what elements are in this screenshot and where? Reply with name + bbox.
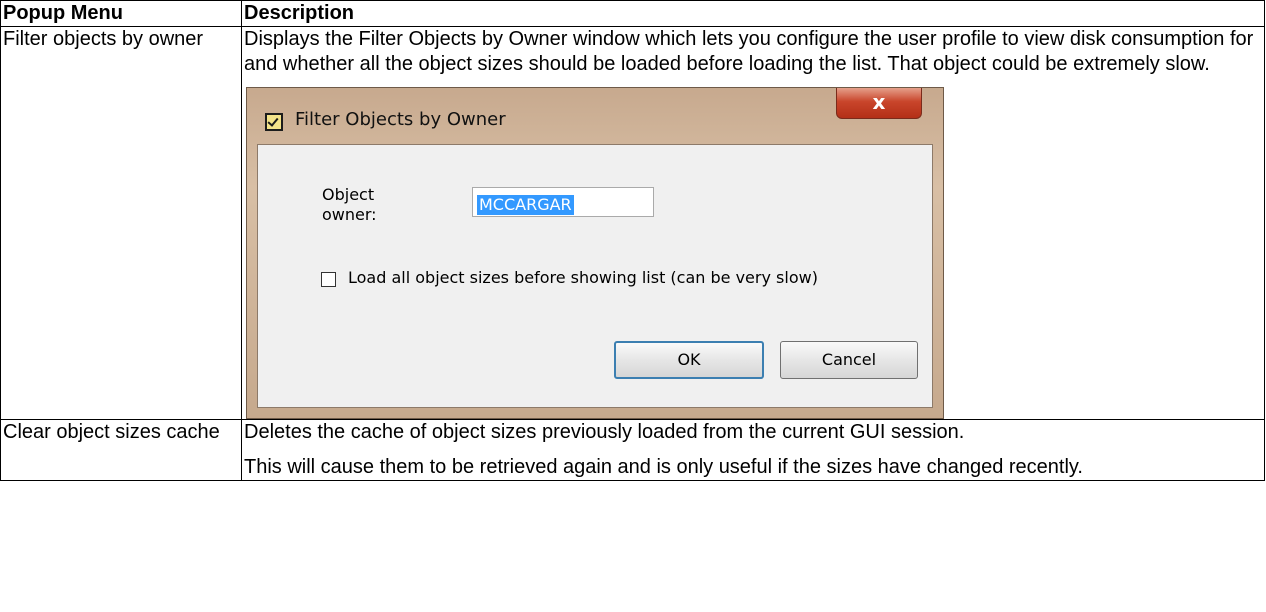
dialog-title: Filter Objects by Owner bbox=[295, 109, 506, 130]
close-button[interactable]: x bbox=[836, 88, 922, 119]
checklist-icon bbox=[265, 113, 283, 131]
header-description: Description bbox=[241, 0, 1265, 27]
table-row: Filter objects by owner Displays the Fil… bbox=[0, 26, 1265, 420]
dialog-body: Object owner: MCCARGAR Load all object s… bbox=[257, 144, 933, 408]
object-owner-label: Object owner: bbox=[322, 185, 377, 224]
table-row: Clear object sizes cache Deletes the cac… bbox=[0, 419, 1265, 481]
ok-button[interactable]: OK bbox=[614, 341, 764, 379]
object-owner-input[interactable]: MCCARGAR bbox=[472, 187, 654, 217]
filter-objects-dialog: Filter Objects by Owner x Object owner: … bbox=[246, 87, 944, 419]
table-header-row: Popup Menu Description bbox=[0, 0, 1265, 27]
load-all-sizes-label[interactable]: Load all object sizes before showing lis… bbox=[348, 268, 818, 288]
description-text: This will cause them to be retrieved aga… bbox=[244, 456, 1083, 478]
description-text: Deletes the cache of object sizes previo… bbox=[244, 421, 965, 443]
object-owner-value: MCCARGAR bbox=[477, 195, 574, 215]
description-cell: Displays the Filter Objects by Owner win… bbox=[241, 26, 1265, 420]
header-popup-menu: Popup Menu bbox=[0, 0, 242, 27]
cancel-button[interactable]: Cancel bbox=[780, 341, 918, 379]
description-text: Displays the Filter Objects by Owner win… bbox=[244, 28, 1254, 75]
description-cell: Deletes the cache of object sizes previo… bbox=[241, 419, 1265, 481]
dialog-titlebar[interactable]: Filter Objects by Owner x bbox=[247, 88, 943, 144]
load-all-sizes-checkbox[interactable] bbox=[321, 272, 336, 287]
popup-menu-table: Popup Menu Description Filter objects by… bbox=[0, 0, 1265, 481]
menu-cell: Clear object sizes cache bbox=[0, 419, 242, 481]
menu-cell: Filter objects by owner bbox=[0, 26, 242, 420]
